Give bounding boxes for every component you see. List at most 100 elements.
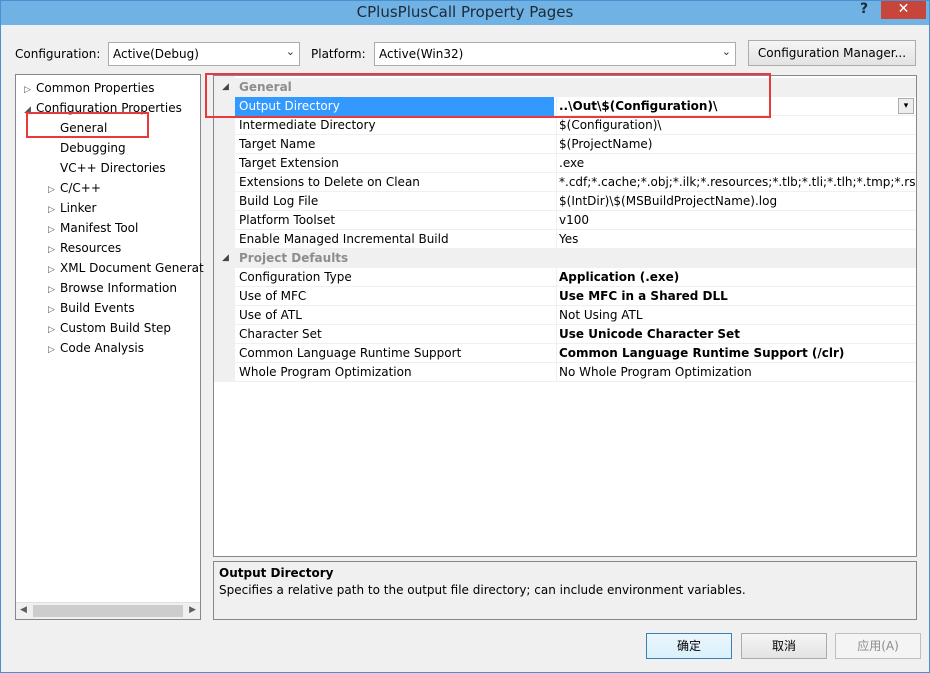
close-button[interactable]: ✕ <box>881 1 926 19</box>
category-project-defaults[interactable]: ◢ Project Defaults <box>214 249 916 268</box>
property-name: Common Language Runtime Support <box>239 346 462 360</box>
annotation-box-general <box>26 112 149 138</box>
property-row-intermediate-directory[interactable]: Intermediate Directory $(Configuration)\ <box>235 116 916 135</box>
expand-arrow-icon[interactable]: ▷ <box>48 321 60 339</box>
expand-arrow-icon[interactable]: ▷ <box>48 201 60 219</box>
property-row-managed-incremental-build[interactable]: Enable Managed Incremental Build Yes <box>235 230 916 249</box>
tree-item-label: Code Analysis <box>60 341 144 355</box>
tree-horizontal-scrollbar[interactable]: ◀ ▶ <box>16 602 200 619</box>
property-value[interactable]: No Whole Program Optimization <box>556 363 916 382</box>
property-value[interactable]: Use MFC in a Shared DLL <box>556 287 916 306</box>
expand-arrow-icon[interactable]: ▷ <box>48 341 60 359</box>
expand-arrow-icon[interactable]: ▷ <box>48 181 60 199</box>
help-button[interactable]: ? <box>855 1 873 19</box>
property-row-use-of-mfc[interactable]: Use of MFC Use MFC in a Shared DLL <box>235 287 916 306</box>
property-value[interactable]: .exe <box>556 154 916 173</box>
tree-item-label: Debugging <box>60 141 126 155</box>
property-value[interactable]: v100 <box>556 211 916 230</box>
configuration-manager-button[interactable]: Configuration Manager... <box>748 40 916 66</box>
property-row-target-name[interactable]: Target Name $(ProjectName) <box>235 135 916 154</box>
tree-item-code-analysis[interactable]: ▷ Code Analysis <box>48 339 144 357</box>
property-name: Build Log File <box>239 194 319 208</box>
category-label: Project Defaults <box>239 251 349 265</box>
configuration-label: Configuration: <box>15 47 101 61</box>
property-row-platform-toolset[interactable]: Platform Toolset v100 <box>235 211 916 230</box>
tree-item-browse-information[interactable]: ▷ Browse Information <box>48 279 177 297</box>
expand-arrow-icon[interactable]: ▷ <box>48 261 60 279</box>
property-row-target-extension[interactable]: Target Extension .exe <box>235 154 916 173</box>
platform-value: Active(Win32) <box>379 47 464 61</box>
description-panel: Output Directory Specifies a relative pa… <box>213 561 917 620</box>
property-name: Use of ATL <box>239 308 302 322</box>
property-tree[interactable]: ▷ Common Properties ◢ Configuration Proper… <box>15 74 204 620</box>
property-row-configuration-type[interactable]: Configuration Type Application (.exe) <box>235 268 916 287</box>
expand-arrow-icon[interactable]: ▷ <box>48 241 60 259</box>
tree-item-label: Resources <box>60 241 122 255</box>
platform-label: Platform: <box>311 47 366 61</box>
chevron-down-icon[interactable]: ▾ <box>898 98 914 114</box>
expand-arrow-icon[interactable]: ▷ <box>48 301 60 319</box>
property-value[interactable]: $(ProjectName) <box>556 135 916 154</box>
property-value[interactable]: *.cdf;*.cache;*.obj;*.ilk;*.resources;*.… <box>556 173 916 192</box>
property-row-build-log-file[interactable]: Build Log File $(IntDir)\$(MSBuildProjec… <box>235 192 916 211</box>
scrollbar-thumb[interactable] <box>33 605 183 617</box>
property-name: Whole Program Optimization <box>239 365 412 379</box>
property-row-use-of-atl[interactable]: Use of ATL Not Using ATL <box>235 306 916 325</box>
tree-item-resources[interactable]: ▷ Resources <box>48 239 121 257</box>
tree-item-label: Browse Information <box>60 281 177 295</box>
tree-item-label: Build Events <box>60 301 135 315</box>
tree-item-label: XML Document Generat <box>60 261 204 275</box>
configuration-value: Active(Debug) <box>113 47 199 61</box>
property-name: Use of MFC <box>239 289 307 303</box>
property-row-clr-support[interactable]: Common Language Runtime Support Common L… <box>235 344 916 363</box>
property-row-extensions-to-delete[interactable]: Extensions to Delete on Clean *.cdf;*.ca… <box>235 173 916 192</box>
scroll-right-icon[interactable]: ▶ <box>189 605 196 615</box>
property-name: Target Name <box>239 137 316 151</box>
property-value[interactable]: Yes <box>556 230 916 249</box>
tree-item-build-events[interactable]: ▷ Build Events <box>48 299 135 317</box>
expand-arrow-icon[interactable]: ▷ <box>24 81 36 99</box>
property-name: Enable Managed Incremental Build <box>239 232 449 246</box>
tree-item-label: Common Properties <box>36 81 155 95</box>
apply-button[interactable]: 应用(A) <box>835 633 921 659</box>
cancel-button[interactable]: 取消 <box>741 633 827 659</box>
expand-arrow-icon[interactable]: ▷ <box>48 221 60 239</box>
tree-item-manifest-tool[interactable]: ▷ Manifest Tool <box>48 219 138 237</box>
tree-item-debugging[interactable]: Debugging <box>48 139 126 157</box>
property-grid[interactable]: ◢ General Output Directory ..\Out\$(Conf… <box>213 75 917 557</box>
property-value[interactable]: Application (.exe) <box>556 268 916 287</box>
property-name: Configuration Type <box>239 270 352 284</box>
property-value[interactable]: Use Unicode Character Set <box>556 325 916 344</box>
property-name: Extensions to Delete on Clean <box>239 175 420 189</box>
property-value[interactable]: $(Configuration)\ <box>556 116 916 135</box>
tree-item-custom-build-step[interactable]: ▷ Custom Build Step <box>48 319 171 337</box>
property-name: Platform Toolset <box>239 213 336 227</box>
collapse-arrow-icon[interactable]: ◢ <box>222 249 229 268</box>
chevron-down-icon: ⌄ <box>721 45 731 58</box>
tree-item-common-properties[interactable]: ▷ Common Properties <box>24 79 155 97</box>
property-value[interactable]: Common Language Runtime Support (/clr) <box>556 344 916 363</box>
property-name: Intermediate Directory <box>239 118 376 132</box>
description-text: Specifies a relative path to the output … <box>219 583 746 597</box>
tree-item-c-cpp[interactable]: ▷ C/C++ <box>48 179 101 197</box>
tree-item-vc-directories[interactable]: VC++ Directories <box>48 159 166 177</box>
configuration-combo[interactable]: Active(Debug) ⌄ <box>108 42 300 66</box>
tree-item-linker[interactable]: ▷ Linker <box>48 199 96 217</box>
platform-combo[interactable]: Active(Win32) ⌄ <box>374 42 736 66</box>
property-name: Character Set <box>239 327 322 341</box>
tree-item-label: VC++ Directories <box>60 161 166 175</box>
property-pages-dialog: CPlusPlusCall Property Pages ? ✕ Configu… <box>0 0 930 673</box>
tree-item-label: Manifest Tool <box>60 221 139 235</box>
property-value[interactable]: $(IntDir)\$(MSBuildProjectName).log <box>556 192 916 211</box>
property-name: Target Extension <box>239 156 339 170</box>
ok-button[interactable]: 确定 <box>646 633 732 659</box>
chevron-down-icon: ⌄ <box>285 45 295 58</box>
expand-arrow-icon[interactable]: ▷ <box>48 281 60 299</box>
property-row-character-set[interactable]: Character Set Use Unicode Character Set <box>235 325 916 344</box>
window-title: CPlusPlusCall Property Pages <box>356 3 574 21</box>
scroll-left-icon[interactable]: ◀ <box>20 605 27 615</box>
tree-item-xml-document-generator[interactable]: ▷ XML Document Generat <box>48 259 204 277</box>
property-row-whole-program-optimization[interactable]: Whole Program Optimization No Whole Prog… <box>235 363 916 382</box>
title-bar: CPlusPlusCall Property Pages ? ✕ <box>1 1 929 25</box>
property-value[interactable]: Not Using ATL <box>556 306 916 325</box>
